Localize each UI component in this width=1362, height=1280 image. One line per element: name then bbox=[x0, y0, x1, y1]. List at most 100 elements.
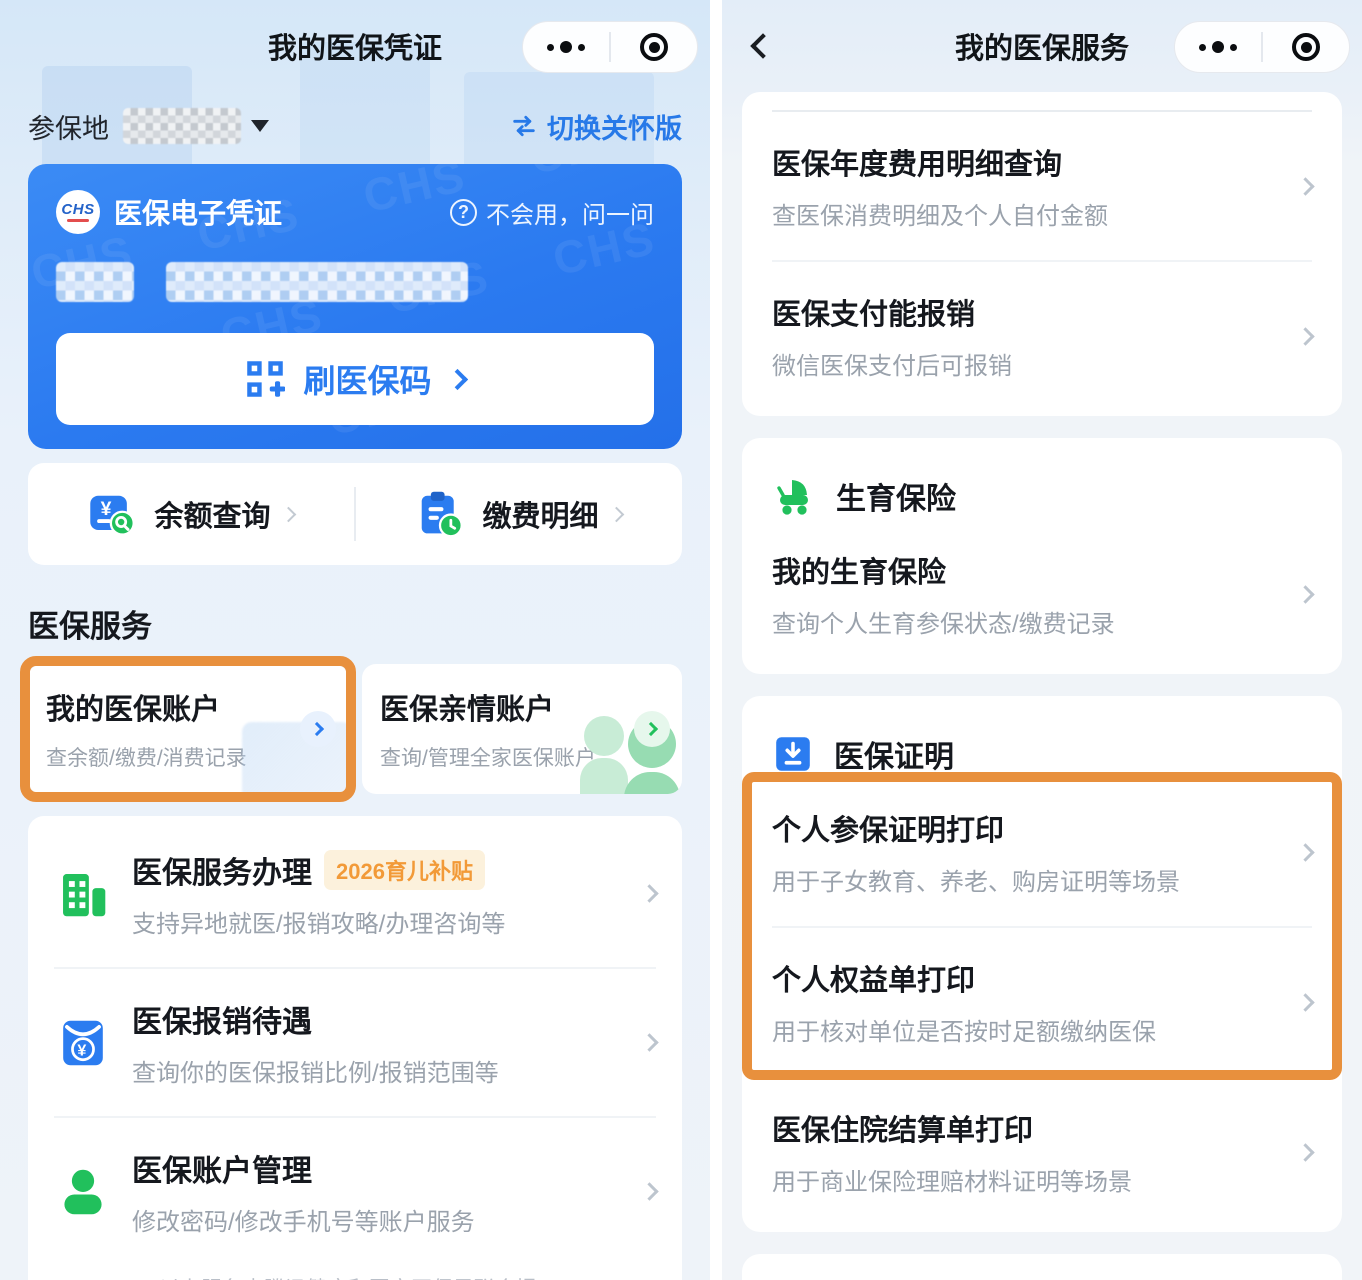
service-row-reimbursement[interactable]: ¥ 医保报销待遇 查询你的医保报销比例/报销范围等 bbox=[54, 967, 656, 1116]
row-payment-reimbursement[interactable]: 医保支付能报销 微信医保支付后可报销 bbox=[772, 260, 1312, 410]
chevron-right-icon bbox=[1296, 327, 1314, 345]
redacted-block bbox=[166, 262, 468, 302]
left-header: 我的医保凭证 bbox=[0, 0, 710, 92]
mini-program-capsule bbox=[1174, 21, 1350, 73]
section-title-services: 医保服务 bbox=[28, 601, 682, 646]
region-label: 参保地 bbox=[28, 107, 109, 146]
stroller-icon bbox=[772, 474, 816, 518]
chevron-right-icon bbox=[1296, 993, 1314, 1011]
service-subtitle: 支持异地就医/报销攻略/办理咨询等 bbox=[132, 904, 643, 939]
row-rights-statement-print[interactable]: 个人权益单打印 用于核对单位是否按时足额缴纳医保 bbox=[772, 926, 1312, 1076]
region-row: 参保地 切换关怀版 bbox=[0, 100, 710, 152]
close-target-button[interactable] bbox=[611, 22, 697, 72]
row-title: 个人权益单打印 bbox=[772, 957, 1279, 999]
provider-footer: 以上服务由腾讯健康和国家医保局联合提供 bbox=[54, 1265, 656, 1280]
more-services-card: 更多服务 珠海医保 查询办理、信用就医 bbox=[742, 1254, 1342, 1280]
family-account-card[interactable]: 医保亲情账户 查询/管理全家医保账户 bbox=[362, 664, 682, 794]
help-label: 不会用，问一问 bbox=[486, 195, 654, 230]
help-button[interactable]: ? 不会用，问一问 bbox=[450, 195, 654, 230]
voucher-brand: CHS 医保电子凭证 bbox=[56, 190, 282, 234]
red-packet-yuan-icon: ¥ bbox=[57, 1017, 109, 1069]
chevron-circle-icon bbox=[634, 711, 670, 747]
download-icon bbox=[772, 733, 814, 775]
dot-icon bbox=[1199, 44, 1206, 51]
scan-button-label: 刷医保码 bbox=[303, 356, 431, 402]
dot-icon bbox=[1230, 44, 1237, 51]
dot-icon bbox=[1212, 41, 1224, 53]
chevron-right-icon bbox=[608, 506, 624, 522]
row-subtitle: 用于子女教育、养老、购房证明等场景 bbox=[772, 862, 1279, 897]
voucher-brand-label: 医保电子凭证 bbox=[114, 192, 282, 232]
row-title: 医保年度费用明细查询 bbox=[772, 141, 1279, 183]
chevron-right-icon bbox=[280, 506, 296, 522]
mini-program-capsule bbox=[522, 21, 698, 73]
row-enrollment-certificate-print[interactable]: 个人参保证明打印 用于子女教育、养老、购房证明等场景 bbox=[772, 778, 1312, 926]
screen-my-services: 我的医保服务 医保年度费用明细查询 查医保消费明细及个人自付金额 医保支付能报销… bbox=[722, 0, 1362, 1280]
voucher-card: CHSCHSCHSCHSCHSCHSCHSCHSCHS CHS 医保电子凭证 ?… bbox=[28, 164, 682, 449]
dot-icon bbox=[547, 44, 554, 51]
right-header: 我的医保服务 bbox=[722, 0, 1362, 92]
chevron-right-icon bbox=[1296, 1143, 1314, 1161]
account-cards-row: 我的医保账户 查余额/缴费/消费记录 医保亲情账户 查询/管理全家医保账户 bbox=[0, 646, 710, 794]
section-title: 医保证明 bbox=[834, 732, 954, 776]
service-row-handling[interactable]: 医保服务办理 2026育儿补贴 支持异地就医/报销攻略/办理咨询等 bbox=[54, 820, 656, 967]
chevron-right-icon bbox=[446, 368, 467, 389]
row-my-maternity-insurance[interactable]: 我的生育保险 查询个人生育参保状态/缴费记录 bbox=[772, 520, 1312, 668]
close-target-button[interactable] bbox=[1263, 22, 1349, 72]
certificates-section-header: 医保证明 bbox=[772, 698, 1312, 778]
quick-action-label: 缴费明细 bbox=[482, 493, 598, 535]
svg-text:¥: ¥ bbox=[101, 498, 112, 520]
service-title: 医保账户管理 bbox=[132, 1146, 312, 1190]
more-services-section-header: 更多服务 bbox=[772, 1256, 1312, 1280]
dropdown-arrow-icon bbox=[251, 120, 269, 132]
dot-icon bbox=[560, 41, 572, 53]
row-title: 医保支付能报销 bbox=[772, 291, 1279, 333]
chevron-right-icon bbox=[640, 1033, 658, 1051]
screens-gap bbox=[710, 0, 722, 1280]
quick-action-label: 余额查询 bbox=[154, 493, 270, 535]
scan-insurance-code-button[interactable]: 刷医保码 bbox=[56, 333, 654, 425]
target-icon bbox=[1292, 33, 1320, 61]
row-subtitle: 用于核对单位是否按时足额缴纳医保 bbox=[772, 1012, 1279, 1047]
balance-inquiry-button[interactable]: ¥ 余额查询 bbox=[28, 490, 354, 538]
section-title: 生育保险 bbox=[836, 474, 956, 518]
chevron-right-icon bbox=[640, 1182, 658, 1200]
svg-text:¥: ¥ bbox=[77, 1041, 86, 1059]
care-link-label: 切换关怀版 bbox=[547, 107, 682, 146]
chevron-right-icon bbox=[640, 884, 658, 902]
more-menu-button[interactable] bbox=[1175, 22, 1261, 72]
row-title: 个人参保证明打印 bbox=[772, 807, 1279, 849]
more-menu-button[interactable] bbox=[523, 22, 609, 72]
help-icon: ? bbox=[450, 199, 477, 226]
row-subtitle: 查询个人生育参保状态/缴费记录 bbox=[772, 604, 1279, 639]
row-subtitle: 用于商业保险理赔材料证明等场景 bbox=[772, 1162, 1279, 1197]
row-subtitle: 查医保消费明细及个人自付金额 bbox=[772, 196, 1279, 231]
chevron-right-icon bbox=[1296, 177, 1314, 195]
payment-details-button[interactable]: 缴费明细 bbox=[356, 490, 682, 538]
redacted-block bbox=[56, 262, 134, 302]
service-subtitle: 查询你的医保报销比例/报销范围等 bbox=[132, 1053, 643, 1088]
redacted-holder-name bbox=[56, 262, 654, 307]
swap-icon bbox=[510, 112, 538, 140]
balance-yuan-search-icon: ¥ bbox=[88, 490, 136, 538]
row-annual-expense-query[interactable]: 医保年度费用明细查询 查医保消费明细及个人自付金额 bbox=[772, 112, 1312, 260]
chevron-circle-icon bbox=[300, 711, 336, 747]
chevron-right-icon bbox=[1296, 585, 1314, 603]
my-insurance-account-card[interactable]: 我的医保账户 查余额/缴费/消费记录 bbox=[28, 664, 348, 794]
service-subtitle: 修改密码/修改手机号等账户服务 bbox=[132, 1202, 643, 1237]
screen-my-voucher: 我的医保凭证 参保地 切换关怀版 CHSCHSCHSCHSCHSCHSCHSCH… bbox=[0, 0, 710, 1280]
general-services-card: 医保年度费用明细查询 查医保消费明细及个人自付金额 医保支付能报销 微信医保支付… bbox=[742, 92, 1342, 416]
row-subtitle: 微信医保支付后可报销 bbox=[772, 346, 1279, 381]
maternity-section-header: 生育保险 bbox=[772, 440, 1312, 520]
payment-clipboard-icon bbox=[416, 490, 464, 538]
service-row-account-management[interactable]: 医保账户管理 修改密码/修改手机号等账户服务 bbox=[54, 1116, 656, 1265]
quick-actions-card: ¥ 余额查询 缴费明细 bbox=[28, 463, 682, 565]
qr-code-icon bbox=[245, 359, 285, 399]
switch-care-version-link[interactable]: 切换关怀版 bbox=[510, 107, 682, 146]
insured-region-selector[interactable]: 参保地 bbox=[28, 107, 269, 146]
row-hospitalization-bill-print[interactable]: 医保住院结算单打印 用于商业保险理赔材料证明等场景 bbox=[772, 1076, 1312, 1226]
buildings-icon bbox=[56, 867, 110, 921]
chevron-right-icon bbox=[1296, 843, 1314, 861]
redacted-region-value bbox=[123, 108, 241, 144]
certificates-card: 医保证明 个人参保证明打印 用于子女教育、养老、购房证明等场景 个人权益单打印 … bbox=[742, 696, 1342, 1232]
